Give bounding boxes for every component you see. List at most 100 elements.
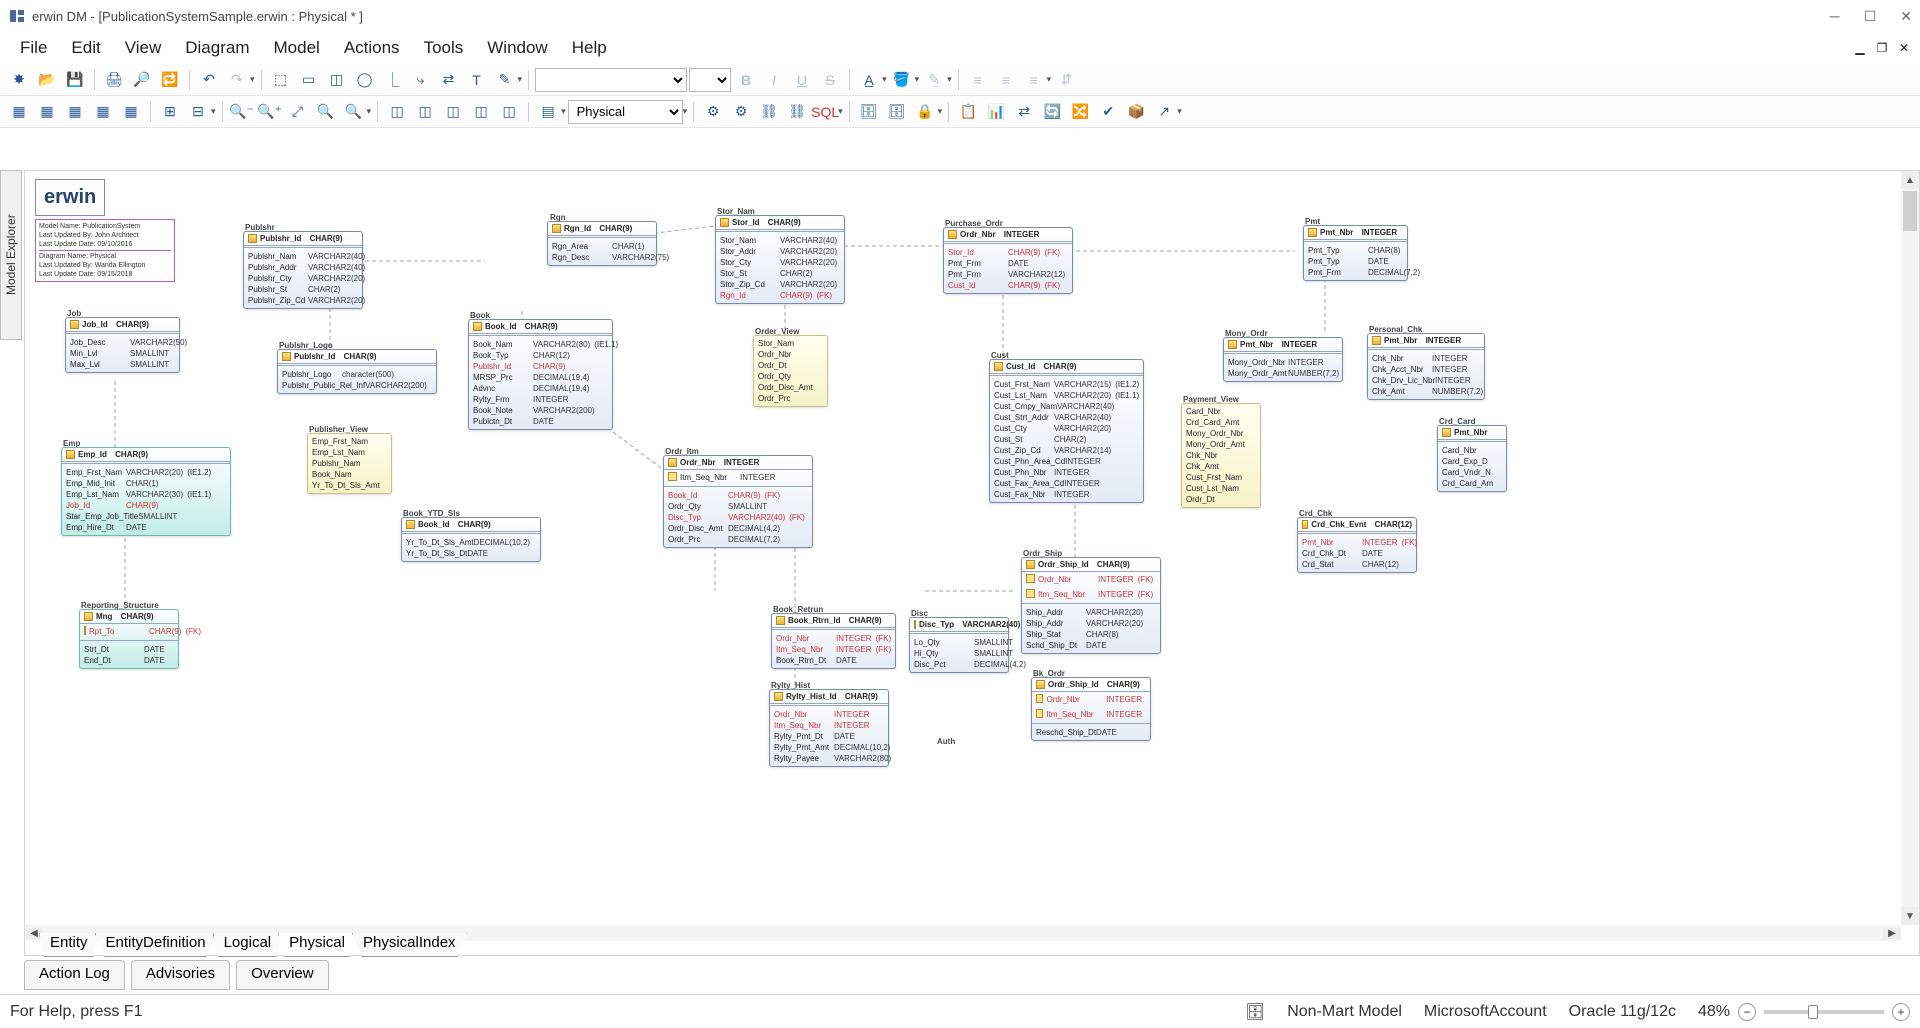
model-explorer-dock[interactable]: Model Explorer: [0, 170, 22, 340]
layout-icon-4[interactable]: ▦: [90, 99, 116, 125]
scroll-thumb[interactable]: [1903, 191, 1917, 231]
zoom-out-button[interactable]: −: [1738, 1003, 1756, 1021]
select-tool-icon[interactable]: ⬚: [268, 67, 294, 93]
window-maximize[interactable]: ☐: [1864, 8, 1877, 25]
entity-ordr-ship[interactable]: Ordr_Ship_Id CHAR(9)Ordr_NbrINTEGER(FK)I…: [1021, 557, 1161, 654]
menu-help[interactable]: Help: [560, 34, 619, 62]
entity-payment-view[interactable]: Card_NbrCrd_Card_AmtMony_Ordr_NbrMony_Or…: [1181, 403, 1261, 508]
zoom-in-icon[interactable]: 🔍⁺: [257, 99, 283, 125]
line-color-icon[interactable]: ✎̲: [921, 67, 947, 93]
export-icon[interactable]: ↗: [1151, 99, 1177, 125]
tab-overview[interactable]: Overview: [236, 960, 329, 990]
entity-rgn[interactable]: Rgn_Id CHAR(9)Rgn_AreaCHAR(1)Rgn_DescVAR…: [547, 221, 657, 266]
new-model-icon[interactable]: ✸: [6, 67, 32, 93]
open-icon[interactable]: 📂: [34, 67, 60, 93]
bold-icon[interactable]: B: [733, 67, 759, 93]
fill-color-icon[interactable]: 🪣: [889, 67, 915, 93]
view-tool-icon[interactable]: ◫: [324, 67, 350, 93]
tab-logical[interactable]: Logical: [213, 933, 283, 957]
menu-file[interactable]: File: [8, 34, 59, 62]
engine-icon-1[interactable]: ⚙: [700, 99, 726, 125]
font-size-combo[interactable]: [689, 68, 731, 92]
zoom-fit-icon[interactable]: ⤢: [285, 99, 311, 125]
engine-icon-3[interactable]: ⛓: [756, 99, 782, 125]
vertical-scrollbar[interactable]: ▲ ▼: [1901, 171, 1919, 925]
diagram-canvas[interactable]: erwin Model Name: PublicationSystem Last…: [25, 171, 1901, 925]
panel-4-icon[interactable]: ◫: [468, 99, 494, 125]
scroll-up-icon[interactable]: ▲: [1901, 171, 1919, 189]
engine-icon-5[interactable]: SQL: [812, 99, 838, 125]
menu-diagram[interactable]: Diagram: [173, 34, 261, 62]
font-color-icon[interactable]: A̲: [856, 67, 882, 93]
report-icon[interactable]: 📊: [983, 99, 1009, 125]
entity-book-ytd[interactable]: Book_Id CHAR(9)Yr_To_Dt_Sls_AmtDECIMAL(1…: [401, 517, 541, 562]
menu-actions[interactable]: Actions: [332, 34, 412, 62]
entity-crd-card[interactable]: Pmt_Nbr Card_NbrCard_Exp_DCard_Vndr_NCrd…: [1437, 425, 1507, 492]
mdi-minimize[interactable]: ▁: [1852, 40, 1868, 56]
entity-book-retrun[interactable]: Book_Rtrn_Id CHAR(9)Ordr_NbrINTEGER(FK)I…: [771, 613, 896, 669]
menu-tools[interactable]: Tools: [412, 34, 476, 62]
bulk-icon[interactable]: 📦: [1123, 99, 1149, 125]
entity-personal-chk[interactable]: Pmt_Nbr INTEGERChk_NbrINTEGERChk_Acct_Nb…: [1367, 333, 1485, 400]
mart-icon-3[interactable]: 🔒: [912, 99, 938, 125]
underline-icon[interactable]: U: [789, 67, 815, 93]
engine-icon-4[interactable]: ⛓: [784, 99, 810, 125]
entity-emp[interactable]: Emp_Id CHAR(9)Emp_Frst_NamVARCHAR2(20)(I…: [61, 447, 231, 536]
panel-2-icon[interactable]: ◫: [412, 99, 438, 125]
scroll-right-icon[interactable]: ▶: [1883, 928, 1901, 939]
entity-publshr[interactable]: Publshr_Id CHAR(9)Publshr_NamVARCHAR2(40…: [243, 231, 363, 309]
layout-icon-2[interactable]: ▦: [34, 99, 60, 125]
font-combo[interactable]: [535, 68, 687, 92]
entity-job[interactable]: Job_Id CHAR(9)Job_DescVARCHAR2(50)Min_Lv…: [65, 317, 180, 373]
compare-icon[interactable]: ⇄: [1011, 99, 1037, 125]
entity-reporting[interactable]: Mng CHAR(9)Rpt_ToCHAR(9)(FK)Strt_DtDATEE…: [79, 609, 179, 669]
tab-advisories[interactable]: Advisories: [131, 960, 230, 990]
zoom-out-icon[interactable]: 🔍⁻: [229, 99, 255, 125]
find-icon[interactable]: 🔎: [129, 67, 155, 93]
identifying-rel-icon[interactable]: ⎿: [380, 67, 406, 93]
entity-pmt[interactable]: Pmt_Nbr INTEGERPmt_TypCHAR(8)Pmt_TypDATE…: [1303, 225, 1408, 281]
transform-icon[interactable]: 🔀: [1067, 99, 1093, 125]
layout-icon-1[interactable]: ▦: [6, 99, 32, 125]
view-mode-combo[interactable]: Physical: [568, 100, 683, 124]
tab-physicalindex[interactable]: PhysicalIndex: [352, 933, 467, 957]
menu-edit[interactable]: Edit: [59, 34, 112, 62]
align-left-icon[interactable]: ≡: [965, 67, 991, 93]
entity-ordr-itm[interactable]: Ordr_Nbr INTEGERItm_Seq_NbrINTEGERBook_I…: [663, 455, 813, 548]
tab-entity[interactable]: Entity: [39, 933, 99, 957]
align-center-icon[interactable]: ≡: [993, 67, 1019, 93]
menu-model[interactable]: Model: [262, 34, 332, 62]
entity-tool-icon[interactable]: ▭: [296, 67, 322, 93]
ungroup-icon[interactable]: ⊟: [185, 99, 211, 125]
text-vertical-icon[interactable]: ⇵: [1053, 67, 1079, 93]
entity-rylty-hist[interactable]: Rylty_Hist_Id CHAR(9)Ordr_NbrINTEGERItm_…: [769, 689, 889, 767]
entity-crd-chk[interactable]: Crd_Chk_Evnt CHAR(12)Pmt_NbrINTEGER(FK)C…: [1297, 517, 1417, 573]
nonidentifying-rel-icon[interactable]: ⤷: [408, 67, 434, 93]
align-right-icon[interactable]: ≡: [1021, 67, 1047, 93]
scroll-down-icon[interactable]: ▼: [1901, 907, 1919, 925]
engine-icon-2[interactable]: ⚙: [728, 99, 754, 125]
entity-mony-ordr[interactable]: Pmt_Nbr INTEGERMony_Ordr_NbrINTEGERMony_…: [1223, 337, 1343, 382]
print-icon[interactable]: 🖨: [101, 67, 127, 93]
zoom-in-button[interactable]: +: [1892, 1003, 1910, 1021]
menu-view[interactable]: View: [113, 34, 174, 62]
strike-icon[interactable]: S: [817, 67, 843, 93]
undo-icon[interactable]: ↶: [196, 67, 222, 93]
sync-icon[interactable]: 🔄: [1039, 99, 1065, 125]
manytomany-rel-icon[interactable]: ⇄: [436, 67, 462, 93]
layout-icon-3[interactable]: ▦: [62, 99, 88, 125]
entity-publshr-logo[interactable]: Publshr_Id CHAR(9)Publshr_Logocharacter(…: [277, 349, 437, 394]
italic-icon[interactable]: I: [761, 67, 787, 93]
layout-icon-5[interactable]: ▦: [118, 99, 144, 125]
save-icon[interactable]: 💾: [62, 67, 88, 93]
panel-1-icon[interactable]: ◫: [384, 99, 410, 125]
entity-book[interactable]: Book_Id CHAR(9)Book_NamVARCHAR2(80)(IE1.…: [468, 319, 613, 430]
tab-entitydefinition[interactable]: EntityDefinition: [95, 933, 217, 957]
menu-window[interactable]: Window: [475, 34, 559, 62]
drawing-tool-icon[interactable]: ✎: [492, 67, 518, 93]
zoom-100-icon[interactable]: 🔍: [313, 99, 339, 125]
validate-icon[interactable]: ✔: [1095, 99, 1121, 125]
tab-action-log[interactable]: Action Log: [24, 960, 125, 990]
group-icon[interactable]: ⊞: [157, 99, 183, 125]
entity-publisher-view[interactable]: Emp_Frst_NamEmp_Lst_NamPublshr_NamBook_N…: [307, 433, 392, 494]
